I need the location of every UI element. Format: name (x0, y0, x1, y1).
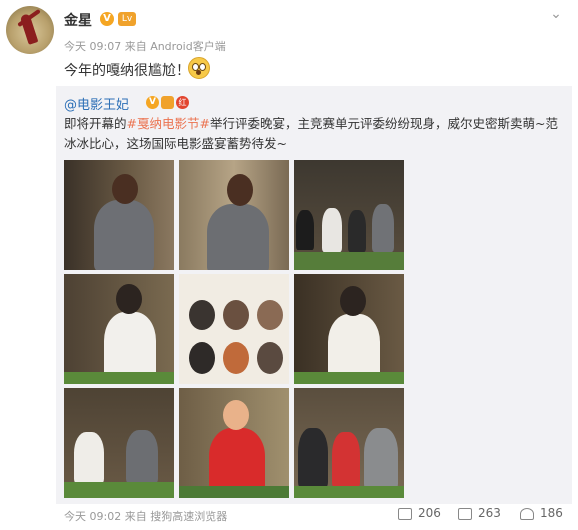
comment-button[interactable]: 263 (458, 506, 501, 520)
photo-9[interactable] (294, 388, 404, 498)
chevron-down-icon[interactable]: ⌄ (548, 6, 564, 22)
repost-red-badge-icon: 红 (176, 96, 189, 109)
like-icon (520, 507, 534, 520)
verified-icon: V (100, 12, 114, 26)
photo-7[interactable] (64, 388, 174, 498)
photo-5[interactable] (179, 274, 289, 384)
photo-grid (64, 160, 410, 498)
repost-level-icon (161, 96, 174, 109)
like-button[interactable]: 186 (520, 506, 563, 520)
photo-4[interactable] (64, 274, 174, 384)
hashtag-link[interactable]: #戛纳电影节# (127, 116, 210, 131)
post-text: 今年的嘎纳很尴尬！ (64, 63, 190, 79)
comment-count: 263 (478, 506, 501, 520)
forward-count: 206 (418, 506, 441, 520)
comment-icon (458, 507, 472, 520)
level-icon: Lv (118, 12, 136, 26)
repost-text: 即将开幕的#戛纳电影节#举行评委晚宴，主竞赛单元评委纷纷现身，威尔史密斯卖萌~范… (64, 114, 564, 154)
photo-1[interactable] (64, 160, 174, 270)
repost-text-before: 即将开幕的 (64, 116, 127, 131)
author-name[interactable]: 金星 (64, 10, 92, 30)
forward-button[interactable]: 206 (398, 506, 441, 520)
weibo-post-card: 金星 V Lv ⌄ 今天 09:07 来自 Android客户端 今年的嘎纳很尴… (0, 0, 578, 530)
photo-6[interactable] (294, 274, 404, 384)
author-avatar[interactable] (6, 6, 54, 54)
post-meta: 今天 09:07 来自 Android客户端 (64, 40, 226, 53)
photo-3[interactable] (294, 160, 404, 270)
shocked-emoji-icon (188, 57, 210, 79)
repost-author-name[interactable]: @电影王妃 (64, 94, 129, 113)
repost-time: 今天 09:02 来自 搜狗高速浏览器 (64, 510, 228, 523)
repost-verified-icon: V (146, 96, 159, 109)
forward-icon (398, 507, 412, 520)
photo-8[interactable] (179, 388, 289, 498)
like-count: 186 (540, 506, 563, 520)
photo-2[interactable] (179, 160, 289, 270)
